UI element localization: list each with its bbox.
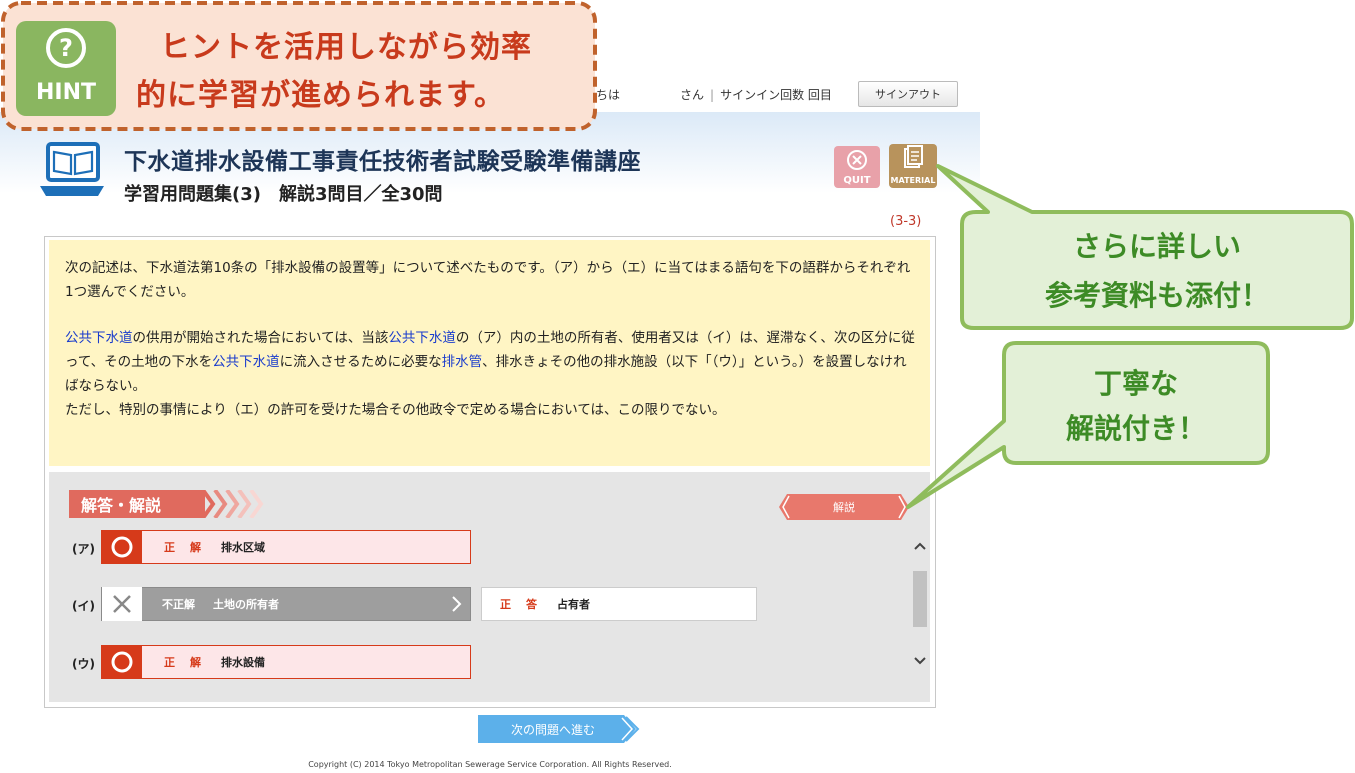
correct-circle-icon bbox=[102, 645, 142, 679]
cross-icon bbox=[102, 587, 142, 621]
answer-section-title: 解答・解説 bbox=[69, 490, 205, 518]
quit-label: QUIT bbox=[843, 175, 871, 186]
question-text: の供用が開始された場合においては、当該 bbox=[132, 330, 389, 346]
bubble-material-line-2: 参考資料も添付！ bbox=[1044, 279, 1269, 312]
keyword-link[interactable]: 公共下水道 bbox=[212, 354, 280, 370]
correct-answer-box: 正 答 占有者 bbox=[481, 587, 757, 621]
chevron-right-icon bbox=[452, 596, 462, 612]
question-paragraph-1: 公共下水道の供用が開始された場合においては、当該公共下水道の（ア）内の土地の所有… bbox=[65, 326, 917, 398]
row-label: (ウ) bbox=[72, 657, 95, 671]
hint-text-line-2: 的に学習が進められます。 bbox=[136, 78, 505, 113]
copyright: Copyright (C) 2014 Tokyo Metropolitan Se… bbox=[308, 760, 672, 769]
row-label: (イ) bbox=[72, 599, 95, 613]
answer-wrong-i[interactable]: 不正解 土地の所有者 bbox=[101, 587, 471, 621]
correct-answer-text: 占有者 bbox=[557, 598, 590, 611]
divider: | bbox=[710, 88, 715, 102]
correct-answer-label: 正 答 bbox=[500, 598, 539, 611]
bubble-material-line-1: さらに詳しい bbox=[1072, 230, 1241, 263]
hint-text-line-1: ヒントを活用しながら効率 bbox=[160, 30, 532, 65]
row-label: (ア) bbox=[72, 542, 95, 556]
question-paragraph-2: ただし、特別の事情により（エ）の許可を受けた場合その他政令で定める場合においては… bbox=[65, 402, 726, 418]
question-intro: 次の記述は、下水道法第10条の「排水設備の設置等」について述べたものです。（ア）… bbox=[65, 260, 911, 300]
user-info: さん | サインイン回数 回目 bbox=[680, 86, 832, 103]
answer-text: 土地の所有者 bbox=[213, 598, 279, 611]
correct-circle-icon bbox=[102, 530, 142, 564]
greeting-text: ちは bbox=[596, 88, 621, 102]
question-mark-icon: ? bbox=[46, 28, 86, 68]
close-circle-icon bbox=[847, 150, 867, 170]
result-label: 正 解 bbox=[164, 656, 203, 669]
keyword-link[interactable]: 排水管 bbox=[442, 354, 483, 370]
course-title: 下水道排水設備工事責任技術者試験受験準備講座 bbox=[124, 149, 641, 175]
result-label: 正 解 bbox=[164, 541, 203, 554]
question-text: に流入させるために必要な bbox=[279, 354, 442, 370]
result-label: 不正解 bbox=[162, 598, 195, 611]
keyword-link[interactable]: 公共下水道 bbox=[65, 330, 133, 346]
scrollbar-thumb[interactable] bbox=[913, 571, 927, 627]
scroll-down-icon[interactable] bbox=[912, 655, 928, 667]
quit-button[interactable]: QUIT bbox=[834, 146, 880, 188]
bubble-explanation-line-2: 解説付き！ bbox=[1065, 412, 1206, 445]
laptop-book-icon bbox=[40, 142, 104, 196]
question-subtitle: 学習用問題集(3) 解説3問目／全30問 bbox=[124, 184, 443, 205]
hint-badge-label: HINT bbox=[35, 80, 97, 105]
user-name-suffix: さん bbox=[680, 88, 705, 102]
answer-text: 排水設備 bbox=[221, 656, 265, 669]
explain-button[interactable]: 解説 bbox=[779, 494, 909, 520]
answer-text: 排水区域 bbox=[221, 541, 265, 554]
answer-correct-a[interactable]: 正 解 排水区域 bbox=[101, 530, 471, 564]
signin-count: サインイン回数 回目 bbox=[720, 88, 832, 102]
signout-button[interactable]: サインアウト bbox=[858, 81, 958, 107]
question-box: 次の記述は、下水道法第10条の「排水設備の設置等」について述べたものです。（ア）… bbox=[49, 240, 930, 466]
keyword-link[interactable]: 公共下水道 bbox=[388, 330, 456, 346]
scroll-up-icon[interactable] bbox=[912, 540, 928, 552]
answer-correct-u[interactable]: 正 解 排水設備 bbox=[101, 645, 471, 679]
bubble-explanation-line-1: 丁寧な bbox=[1093, 367, 1178, 400]
next-question-button[interactable]: 次の問題へ進む bbox=[478, 715, 638, 743]
chevrons-decoration-icon bbox=[203, 490, 264, 518]
